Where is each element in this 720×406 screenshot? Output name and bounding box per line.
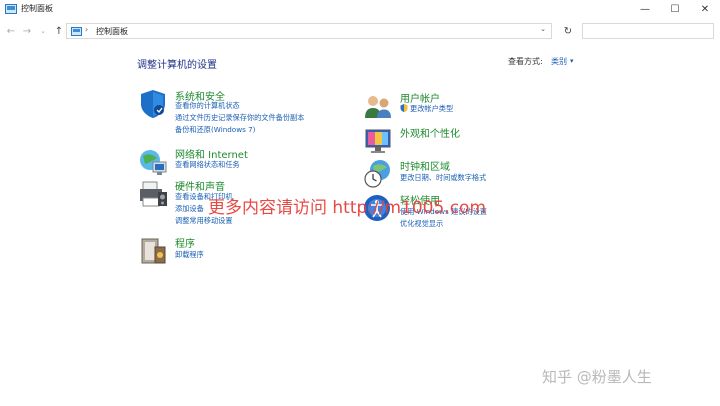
uac-shield-icon (400, 104, 408, 112)
link-network-status[interactable]: 查看网络状态和任务 (175, 160, 240, 170)
minimize-button[interactable]: — (630, 0, 660, 18)
address-bar[interactable]: › 控制面板 (66, 23, 552, 39)
link-add-device[interactable]: 添加设备 (175, 204, 204, 214)
address-dropdown-button[interactable]: ⌄ (536, 21, 550, 37)
back-button[interactable]: ← (4, 21, 18, 41)
category-network-internet: 网络和 Internet 查看网络状态和任务 (137, 146, 357, 175)
category-clock-region: 时钟和区域 更改日期、时间或数字格式 (362, 158, 582, 188)
window-title: 控制面板 (21, 4, 53, 13)
watermark-text: 更多内容请访问 http://m1005.com (208, 198, 487, 218)
category-title[interactable]: 网络和 Internet (175, 146, 248, 161)
link-change-date-time-format[interactable]: 更改日期、时间或数字格式 (400, 173, 486, 183)
link-uninstall-program[interactable]: 卸载程序 (175, 250, 204, 260)
forward-button[interactable]: → (20, 21, 34, 41)
chevron-down-icon[interactable]: ▾ (570, 57, 574, 65)
refresh-button[interactable]: ↻ (560, 21, 576, 41)
search-input[interactable] (582, 23, 714, 39)
up-button[interactable]: ↑ (52, 21, 66, 41)
appearance-icon[interactable] (362, 125, 394, 157)
breadcrumb-control-panel[interactable]: 控制面板 (96, 26, 128, 37)
link-optimize-visual-display[interactable]: 优化视觉显示 (400, 219, 443, 229)
view-by-dropdown[interactable]: 类别 (551, 56, 567, 67)
category-user-accounts: 用户帐户 更改帐户类型 (362, 90, 582, 118)
control-panel-icon (71, 27, 82, 36)
printer-icon[interactable] (137, 178, 169, 210)
category-system-security: 系统和安全 查看你的计算机状态 通过文件历史记录保存你的文件备份副本 备份和还原… (137, 88, 357, 138)
category-title[interactable]: 用户帐户 (400, 90, 440, 105)
category-title[interactable]: 时钟和区域 (400, 158, 450, 173)
users-icon[interactable] (362, 90, 394, 122)
link-file-history[interactable]: 通过文件历史记录保存你的文件备份副本 (175, 113, 304, 123)
close-button[interactable]: ✕ (690, 0, 720, 18)
category-title[interactable]: 程序 (175, 235, 195, 250)
control-panel-icon (5, 4, 17, 14)
category-programs: 程序 卸载程序 (137, 235, 357, 265)
recent-locations-button[interactable]: ⌄ (36, 21, 50, 41)
category-title[interactable]: 外观和个性化 (400, 125, 460, 140)
zhihu-credit: 知乎 @粉墨人生 (542, 368, 652, 386)
network-icon[interactable] (137, 146, 169, 178)
clock-globe-icon[interactable] (362, 158, 394, 190)
category-appearance: 外观和个性化 (362, 125, 582, 155)
link-change-account-type[interactable]: 更改帐户类型 (410, 104, 453, 114)
link-view-computer-status[interactable]: 查看你的计算机状态 (175, 101, 240, 111)
maximize-button[interactable]: ☐ (660, 0, 690, 18)
shield-icon[interactable] (137, 88, 169, 120)
programs-icon[interactable] (137, 235, 169, 267)
page-title: 调整计算机的设置 (137, 60, 217, 71)
breadcrumb-separator: › (85, 25, 89, 34)
view-by-label: 查看方式: (508, 57, 543, 66)
link-backup-restore[interactable]: 备份和还原(Windows 7) (175, 125, 256, 135)
title-bar: 控制面板 — ☐ ✕ (0, 0, 720, 18)
category-title[interactable]: 硬件和声音 (175, 178, 225, 193)
